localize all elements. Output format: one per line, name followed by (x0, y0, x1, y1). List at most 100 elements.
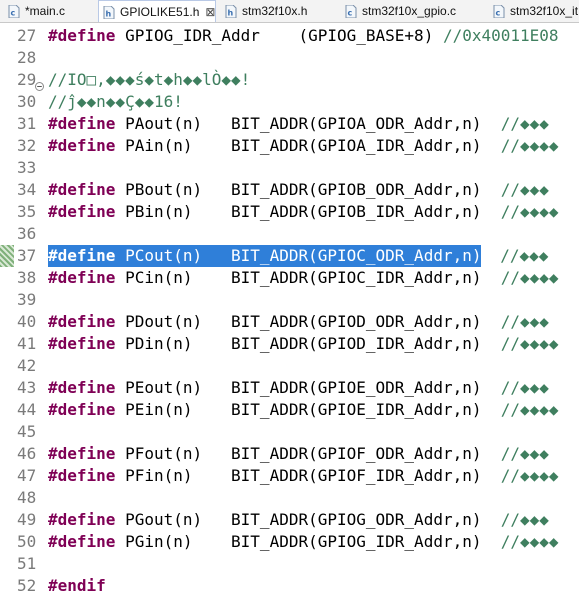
tab-label: stm32f10x_it (510, 4, 579, 18)
code-line[interactable]: 31 #define PAout(n) BIT_ADDR(GPIOA_ODR_Ad… (0, 113, 579, 135)
editor-tab-bar: c *main.c h GPIOLIKE51.h ⊠ h stm32f10x.h… (0, 0, 579, 23)
svg-text:c: c (496, 8, 501, 17)
comment-token: //◆◆◆◆ (500, 136, 559, 155)
line-number: 34 (17, 180, 37, 199)
keyword-token: #define (48, 202, 116, 221)
comment-token: //◆◆◆ (500, 444, 549, 463)
code-line[interactable]: 28 (0, 47, 579, 69)
code-token: PFout(n) BIT_ADDR(GPIOF_ODR_Addr,n) (115, 444, 501, 463)
line-number: 38 (17, 268, 37, 287)
keyword-token: #define (48, 378, 116, 397)
line-number: 44 (17, 400, 37, 419)
code-token: GPIOG_IDR_Addr (GPIOG_BASE+8) (115, 26, 443, 45)
code-text: //ĵ◆◆n◆◆Ç◆◆16! (48, 91, 183, 113)
line-number: 47 (17, 466, 37, 485)
line-number: 31 (17, 114, 37, 133)
line-number: 50 (17, 532, 37, 551)
svg-text:h: h (106, 9, 112, 18)
line-number: 27 (17, 26, 37, 45)
tab-stm32f10x-h[interactable]: h stm32f10x.h (221, 0, 337, 22)
code-text: #define PCout(n) BIT_ADDR(GPIOC_ODR_Addr… (48, 245, 482, 267)
comment-token: //◆◆◆◆ (500, 466, 559, 485)
line-number: 52 (17, 576, 37, 595)
code-line[interactable]: 35 #define PBin(n) BIT_ADDR(GPIOB_IDR_Add… (0, 201, 579, 223)
fold-toggle-icon[interactable] (35, 75, 44, 91)
svg-text:h: h (228, 8, 234, 17)
code-text: #define PAin(n) BIT_ADDR(GPIOA_IDR_Addr,… (48, 135, 559, 157)
comment-token: //ĵ◆◆n◆◆Ç◆◆16! (48, 92, 183, 111)
code-line[interactable]: 47 #define PFin(n) BIT_ADDR(GPIOF_IDR_Add… (0, 465, 579, 487)
tab-stm32f10x-gpio-c[interactable]: c stm32f10x_gpio.c (341, 0, 485, 22)
code-editor[interactable]: 27 #define GPIOG_IDR_Addr (GPIOG_BASE+8) … (0, 23, 579, 601)
line-number: 33 (17, 158, 37, 177)
code-token: PCout(n) BIT_ADDR(GPIOC_ODR_Addr,n) (115, 246, 482, 265)
code-line[interactable]: 27 #define GPIOG_IDR_Addr (GPIOG_BASE+8) … (0, 25, 579, 47)
code-line[interactable]: 44 #define PEin(n) BIT_ADDR(GPIOE_IDR_Add… (0, 399, 579, 421)
code-token: PDout(n) BIT_ADDR(GPIOD_ODR_Addr,n) (115, 312, 501, 331)
keyword-token: #define (48, 246, 116, 265)
code-line-selected[interactable]: 37 #define PCout(n) BIT_ADDR(GPIOC_ODR_Ad… (0, 245, 579, 267)
keyword-token: #define (48, 400, 116, 419)
code-line[interactable]: 39 (0, 289, 579, 311)
code-text: #define PDin(n) BIT_ADDR(GPIOD_IDR_Addr,… (48, 333, 559, 355)
line-number: 48 (17, 488, 37, 507)
code-line[interactable]: 45 (0, 421, 579, 443)
svg-text:c: c (348, 8, 353, 17)
comment-token: //◆◆◆ (500, 312, 549, 331)
code-line[interactable]: 36 (0, 223, 579, 245)
keyword-token: #define (48, 268, 116, 287)
code-line[interactable]: 34 #define PBout(n) BIT_ADDR(GPIOB_ODR_Ad… (0, 179, 579, 201)
code-line[interactable]: 41 #define PDin(n) BIT_ADDR(GPIOD_IDR_Add… (0, 333, 579, 355)
keyword-token: #define (48, 180, 116, 199)
code-line[interactable]: 43 #define PEout(n) BIT_ADDR(GPIOE_ODR_Ad… (0, 377, 579, 399)
comment-token: //◆◆◆◆ (500, 334, 559, 353)
keyword-token: #define (48, 444, 116, 463)
code-line[interactable]: 29 //IO□,◆◆◆ś◆t◆h◆◆lÒ◆◆! (0, 69, 579, 91)
tab-label: *main.c (25, 4, 66, 18)
code-token: PEout(n) BIT_ADDR(GPIOE_ODR_Addr,n) (115, 378, 501, 397)
code-token: PBout(n) BIT_ADDR(GPIOB_ODR_Addr,n) (115, 180, 501, 199)
code-line[interactable]: 42 (0, 355, 579, 377)
code-line[interactable]: 33 (0, 157, 579, 179)
code-text: #define PGout(n) BIT_ADDR(GPIOG_ODR_Addr… (48, 509, 549, 531)
code-text: #define PEout(n) BIT_ADDR(GPIOE_ODR_Addr… (48, 377, 549, 399)
keyword-token: #define (48, 532, 116, 551)
comment-token: //◆◆◆ (500, 246, 549, 265)
code-line[interactable]: 40 #define PDout(n) BIT_ADDR(GPIOD_ODR_Ad… (0, 311, 579, 333)
svg-text:c: c (11, 8, 16, 17)
code-line[interactable]: 38 #define PCin(n) BIT_ADDR(GPIOC_IDR_Add… (0, 267, 579, 289)
comment-token: //◆◆◆ (500, 510, 549, 529)
tab-gpiolike51-h[interactable]: h GPIOLIKE51.h ⊠ (98, 0, 216, 22)
c-file-icon: c (493, 4, 505, 18)
code-text: //IO□,◆◆◆ś◆t◆h◆◆lÒ◆◆! (48, 69, 250, 91)
code-text: #define PAout(n) BIT_ADDR(GPIOA_ODR_Addr… (48, 113, 549, 135)
tab-stm32f10x-it[interactable]: c stm32f10x_it (489, 0, 579, 22)
tab-label: stm32f10x.h (242, 4, 308, 18)
code-line[interactable]: 49 #define PGout(n) BIT_ADDR(GPIOG_ODR_Ad… (0, 509, 579, 531)
tab-label: stm32f10x_gpio.c (362, 4, 457, 18)
line-tail: //◆◆◆ (481, 245, 548, 267)
comment-token: //◆◆◆◆ (500, 202, 559, 221)
comment-token: //◆◆◆ (500, 114, 549, 133)
comment-token: //0x40011E08 (442, 26, 559, 45)
close-tab-icon[interactable]: ⊠ (205, 5, 215, 19)
line-number: 30 (17, 92, 37, 111)
tab-main-c[interactable]: c *main.c (4, 0, 96, 22)
line-number: 41 (17, 334, 37, 353)
code-line[interactable]: 50 #define PGin(n) BIT_ADDR(GPIOG_IDR_Add… (0, 531, 579, 553)
code-line[interactable]: 32 #define PAin(n) BIT_ADDR(GPIOA_IDR_Add… (0, 135, 579, 157)
code-token: PEin(n) BIT_ADDR(GPIOE_IDR_Addr,n) (115, 400, 501, 419)
code-line[interactable]: 48 (0, 487, 579, 509)
code-text: #define PEin(n) BIT_ADDR(GPIOE_IDR_Addr,… (48, 399, 559, 421)
keyword-token: #define (48, 26, 116, 45)
code-text: #define PGin(n) BIT_ADDR(GPIOG_IDR_Addr,… (48, 531, 559, 553)
code-token: PCin(n) BIT_ADDR(GPIOC_IDR_Addr,n) (115, 268, 501, 287)
h-file-icon: h (225, 4, 237, 18)
code-line[interactable]: 51 (0, 553, 579, 575)
code-line[interactable]: 52 #endif (0, 575, 579, 597)
code-line[interactable]: 46 #define PFout(n) BIT_ADDR(GPIOF_ODR_Ad… (0, 443, 579, 465)
code-text: #endif (48, 575, 106, 597)
keyword-token: #define (48, 334, 116, 353)
code-line[interactable]: 30 //ĵ◆◆n◆◆Ç◆◆16! (0, 91, 579, 113)
